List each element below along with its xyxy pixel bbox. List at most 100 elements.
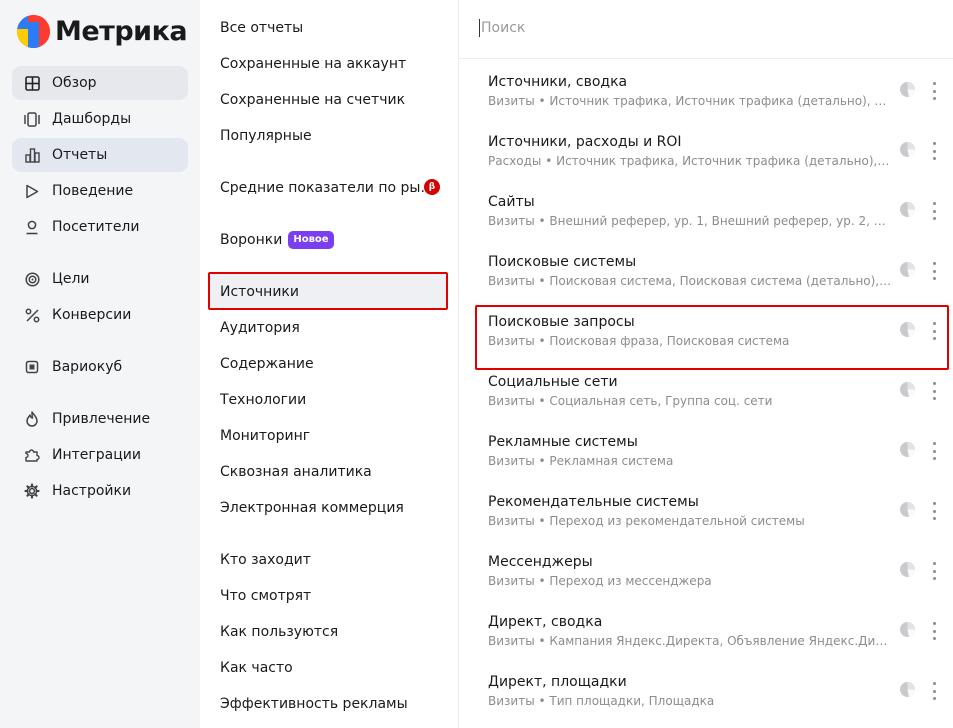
more-options-icon[interactable]	[927, 261, 941, 281]
nav-settings[interactable]: Настройки	[12, 474, 188, 508]
menu-market-averages[interactable]: Средние показатели по ры… β	[208, 170, 446, 206]
menu-ad-efficiency[interactable]: Эффективность рекламы	[208, 686, 446, 722]
pie-chart-icon[interactable]	[899, 681, 916, 698]
nav-integrations[interactable]: Интеграции	[12, 438, 188, 472]
menu-content[interactable]: Содержание	[208, 346, 446, 382]
nav-overview[interactable]: Обзор	[12, 66, 188, 100]
pie-chart-icon[interactable]	[899, 321, 916, 338]
report-subtitle: Визиты • Поисковая фраза, Поисковая сист…	[488, 334, 790, 348]
new-badge: Новое	[288, 231, 334, 249]
report-title[interactable]: Источники, расходы и ROI	[488, 134, 682, 150]
menu-technologies[interactable]: Технологии	[208, 382, 446, 418]
reports-menu: Все отчеты Сохраненные на аккаунт Сохран…	[200, 0, 459, 728]
grid-icon	[24, 75, 40, 91]
more-options-icon[interactable]	[927, 381, 941, 401]
nav-settings-label: Настройки	[52, 483, 132, 499]
report-title[interactable]: Поисковые запросы	[488, 314, 635, 330]
menu-how-often[interactable]: Как часто	[208, 650, 446, 686]
nav-dashboards[interactable]: Дашборды	[12, 102, 188, 136]
search-input[interactable]	[481, 20, 881, 36]
pie-chart-icon[interactable]	[899, 81, 916, 98]
pie-chart-icon[interactable]	[899, 621, 916, 638]
pie-chart-icon[interactable]	[899, 261, 916, 278]
report-subtitle: Визиты • Рекламная система	[488, 454, 674, 468]
report-row[interactable]: Поисковые системы Визиты • Поисковая сист…	[459, 240, 953, 300]
nav-visitors[interactable]: Посетители	[12, 210, 188, 244]
report-row[interactable]: Рекомендательные системы Визиты • Переход…	[459, 480, 953, 540]
menu-all-reports[interactable]: Все отчеты	[208, 10, 446, 46]
report-subtitle: Визиты • Источник трафика, Источник траф…	[488, 94, 892, 108]
menu-who-visits[interactable]: Кто заходит	[208, 542, 446, 578]
pie-chart-icon[interactable]	[899, 561, 916, 578]
report-title[interactable]: Сайты	[488, 194, 535, 210]
report-title[interactable]: Поисковые системы	[488, 254, 636, 270]
nav-overview-label: Обзор	[52, 75, 97, 91]
menu-ecommerce[interactable]: Электронная коммерция	[208, 490, 446, 526]
menu-sources[interactable]: Источники	[208, 274, 446, 310]
report-row[interactable]: Сайты Визиты • Внешний реферер, ур. 1, Вн…	[459, 180, 953, 240]
report-row[interactable]: Социальные сети Визиты • Социальная сеть,…	[459, 360, 953, 420]
report-row[interactable]: Поисковые запросы Визиты • Поисковая фраз…	[459, 300, 953, 360]
more-options-icon[interactable]	[927, 441, 941, 461]
more-options-icon[interactable]	[927, 621, 941, 641]
more-options-icon[interactable]	[927, 501, 941, 521]
pie-chart-icon[interactable]	[899, 141, 916, 158]
report-row[interactable]: Рекламные системы Визиты • Рекламная сист…	[459, 420, 953, 480]
report-row[interactable]: Директ, сводка Визиты • Кампания Яндекс.Д…	[459, 600, 953, 660]
menu-item-label: Как часто	[220, 660, 293, 676]
report-title[interactable]: Источники, сводка	[488, 74, 627, 90]
pie-chart-icon[interactable]	[899, 381, 916, 398]
menu-item-label: Сквозная аналитика	[220, 464, 372, 480]
report-title[interactable]: Директ, сводка	[488, 614, 602, 630]
report-row[interactable]: Источники, сводка Визиты • Источник трафи…	[459, 60, 953, 120]
metrika-logo-icon	[17, 15, 50, 48]
report-subtitle: Расходы • Источник трафика, Источник тра…	[488, 154, 892, 168]
menu-popular[interactable]: Популярные	[208, 118, 446, 154]
reports-panel: Источники, сводка Визиты • Источник трафи…	[459, 0, 953, 728]
search-bar[interactable]	[479, 14, 939, 42]
pie-chart-icon[interactable]	[899, 441, 916, 458]
report-subtitle: Визиты • Поисковая система, Поисковая си…	[488, 274, 892, 288]
more-options-icon[interactable]	[927, 321, 941, 341]
nav-variocube[interactable]: Вариокуб	[12, 350, 188, 384]
menu-saved-counter[interactable]: Сохраненные на счетчик	[208, 82, 446, 118]
report-row[interactable]: Источники, расходы и ROI Расходы • Источн…	[459, 120, 953, 180]
pie-chart-icon[interactable]	[899, 201, 916, 218]
menu-how-they-use[interactable]: Как пользуются	[208, 614, 446, 650]
menu-funnels[interactable]: Воронки Новое	[208, 222, 446, 258]
beta-badge: β	[424, 179, 440, 195]
pie-chart-icon[interactable]	[899, 501, 916, 518]
menu-end-to-end[interactable]: Сквозная аналитика	[208, 454, 446, 490]
puzzle-icon	[24, 447, 40, 463]
more-options-icon[interactable]	[927, 561, 941, 581]
nav-acquisition[interactable]: Привлечение	[12, 402, 188, 436]
more-options-icon[interactable]	[927, 201, 941, 221]
report-title[interactable]: Социальные сети	[488, 374, 618, 390]
report-row[interactable]: Мессенджеры Визиты • Переход из мессендже…	[459, 540, 953, 600]
menu-item-label: Аудитория	[220, 320, 300, 336]
report-title[interactable]: Мессенджеры	[488, 554, 593, 570]
menu-saved-account[interactable]: Сохраненные на аккаунт	[208, 46, 446, 82]
more-options-icon[interactable]	[927, 681, 941, 701]
menu-item-label: Мониторинг	[220, 428, 311, 444]
main-nav: Обзор Дашборды Отчеты Поведение Посетите…	[12, 66, 188, 510]
metrika-logo[interactable]: Метрика	[17, 15, 188, 48]
report-title[interactable]: Рекомендательные системы	[488, 494, 699, 510]
nav-reports[interactable]: Отчеты	[12, 138, 188, 172]
cube-icon	[24, 359, 40, 375]
menu-monitoring[interactable]: Мониторинг	[208, 418, 446, 454]
nav-conversions-label: Конверсии	[52, 307, 132, 323]
nav-goals[interactable]: Цели	[12, 262, 188, 296]
more-options-icon[interactable]	[927, 141, 941, 161]
report-title[interactable]: Директ, площадки	[488, 674, 627, 690]
nav-behavior[interactable]: Поведение	[12, 174, 188, 208]
more-options-icon[interactable]	[927, 81, 941, 101]
report-row[interactable]: Директ, площадки Визиты • Тип площадки, П…	[459, 660, 953, 720]
report-title[interactable]: Рекламные системы	[488, 434, 638, 450]
report-subtitle: Визиты • Тип площадки, Площадка	[488, 694, 715, 708]
menu-audience[interactable]: Аудитория	[208, 310, 446, 346]
report-subtitle: Визиты • Кампания Яндекс.Директа, Объявл…	[488, 634, 892, 648]
menu-what-they-see[interactable]: Что смотрят	[208, 578, 446, 614]
nav-conversions[interactable]: Конверсии	[12, 298, 188, 332]
target-icon	[24, 271, 40, 287]
